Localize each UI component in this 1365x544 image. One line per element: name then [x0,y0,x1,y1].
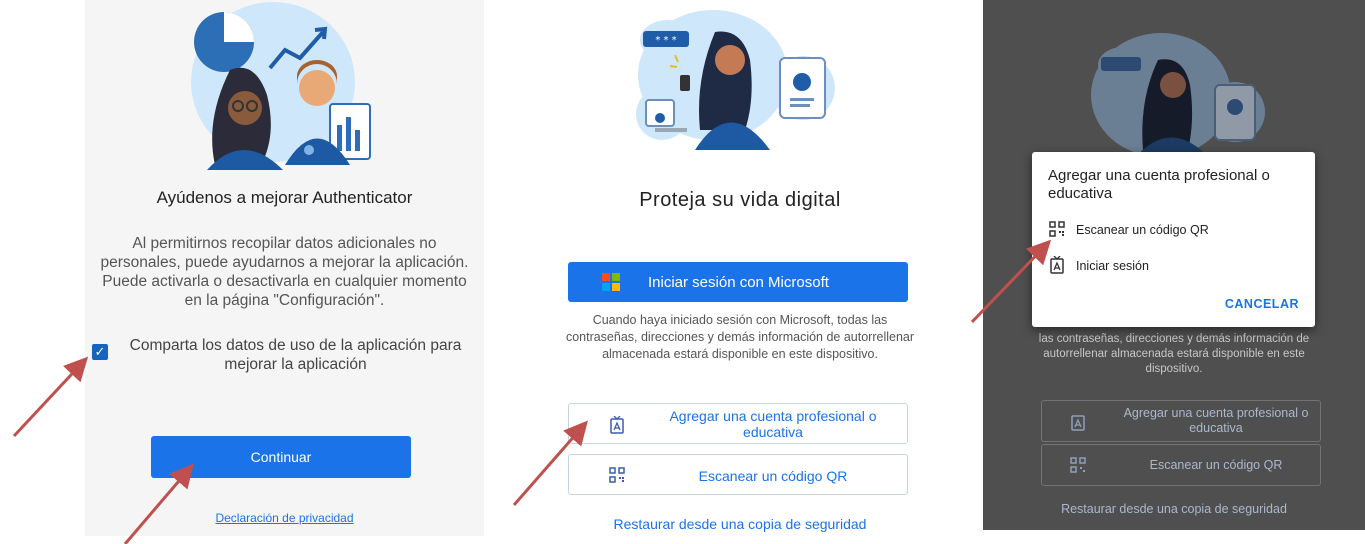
arrow-to-continue [123,463,194,544]
arrow-to-checkbox [12,356,89,438]
arrow-to-work-account [512,420,588,506]
annotation-arrows [12,239,1052,544]
arrow-to-scan-qr [970,239,1052,324]
